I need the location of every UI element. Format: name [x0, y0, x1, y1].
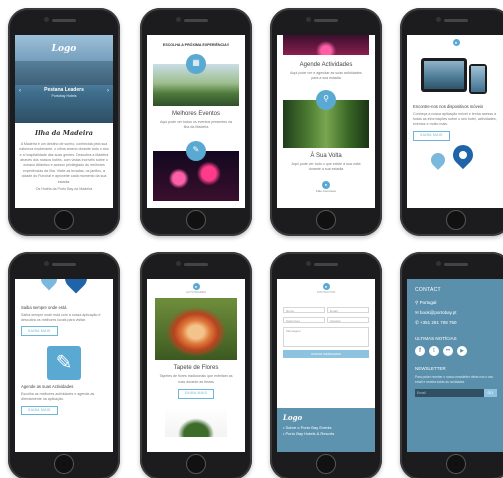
info-icon: ●	[192, 283, 200, 290]
phone-3-screen: Agende Actividades Aqui pode ver e agend…	[277, 35, 375, 208]
activities-text: Aqui pode ver e agendar as suas activida…	[290, 71, 362, 81]
flower-text: Tapetes de flores tradicionais que enfei…	[159, 374, 233, 384]
twitter-icon[interactable]: t	[429, 346, 439, 356]
phone-mockup-2: ESCOLHA A PRÓXIMA EXPERIÊNCIA!! ▦ Melhor…	[140, 8, 252, 236]
learn-more-button[interactable]: SAIBA MAIS	[413, 130, 450, 141]
email-row[interactable]: ✉ book@portobay.pt	[415, 310, 497, 316]
home-button	[186, 210, 206, 230]
newsletter-text: Para poder receber o nosso newsletter de…	[415, 375, 494, 384]
phone-mockup-6: ● ACTIVIDADES Tapete de Flores Tapetes d…	[140, 252, 252, 478]
mobile-text: Conheça a nossa aplicação móvel e tenha …	[413, 111, 497, 127]
newsletter-email-input[interactable]: Email	[415, 388, 484, 398]
location-pin-icon: ⚲	[316, 89, 336, 110]
footer-logo: Logo	[283, 413, 303, 422]
phone-mockup-7: ● CONTACTOS · · · · Nome Email Telemóvel…	[270, 252, 382, 478]
envelope-icon: ✉	[415, 309, 419, 315]
phone-4-screen: ● Encontre-nos nos dispositivos móveis C…	[407, 35, 503, 208]
contact-label[interactable]: Fale Connosco	[277, 189, 375, 194]
name-field[interactable]: Nome	[283, 306, 325, 313]
learn-more-button[interactable]: SAIBA MAIS	[177, 388, 215, 399]
location-title: Saiba sempre onde está	[21, 305, 67, 310]
phone-mockup-3: Agende Actividades Aqui pode ver e agend…	[270, 8, 382, 236]
contact-heading: CONTACT	[415, 287, 441, 293]
facebook-icon[interactable]: f	[415, 346, 425, 356]
hero-title: Pestana Leaders	[44, 87, 84, 93]
location-text: Saiba sempre onde está com a nossa aplic…	[21, 312, 101, 323]
logo: Logo	[51, 44, 77, 54]
phone-8-screen: CONTACT ⚲ Portugal ✉ book@portobay.pt ✆ …	[407, 279, 503, 452]
home-button	[316, 210, 336, 230]
info-icon: ●	[322, 283, 330, 290]
devices-image	[407, 52, 503, 100]
home-button	[446, 210, 466, 230]
section-title: Ilha da Madeira	[35, 129, 93, 137]
phone-6-screen: ● ACTIVIDADES Tapete de Flores Tapetes d…	[147, 279, 245, 452]
newsletter-heading: NEWSLETTER	[415, 366, 446, 371]
site-footer: Logo • Sobre o Porto Bay Events • Porto …	[277, 408, 375, 452]
events-title: Melhores Eventos	[171, 110, 221, 117]
social-icons: f t •• ▶	[415, 346, 497, 356]
contact-intro-placeholder: · · · ·	[322, 296, 330, 301]
flower-title: Tapete de Flores	[173, 365, 219, 372]
footer-link-2[interactable]: • Porto Bay Hotels & Resorts	[283, 431, 369, 436]
flickr-icon[interactable]: ••	[443, 346, 453, 356]
phone-5-screen: Saiba sempre onde está Saiba sempre onde…	[15, 279, 113, 452]
message-field[interactable]: Mensagem	[283, 326, 369, 347]
experience-header: ESCOLHA A PRÓXIMA EXPERIÊNCIA!!	[162, 43, 230, 47]
activities-title: Agende Actividades	[299, 62, 353, 68]
newsletter-form: Email GO	[415, 388, 497, 398]
learn-more-button-1[interactable]: SAIBA MAIS	[21, 326, 58, 337]
phone-mockup-1: Logo Pestana Leaders Portobay Hotels ‹ ›…	[8, 8, 120, 236]
location-row: ⚲ Portugal	[415, 299, 437, 305]
map-pins-graphic	[407, 140, 503, 185]
youtube-icon[interactable]: ▶	[457, 346, 467, 356]
chat-icon[interactable]: ●	[322, 180, 330, 189]
learn-more-button-2[interactable]: SAIBA MAIS	[21, 405, 58, 416]
home-button	[54, 210, 74, 230]
hero-banner: Logo Pestana Leaders Portobay Hotels ‹ ›	[15, 35, 113, 123]
schedule-text: Escolha as melhores actividades e agende…	[21, 391, 95, 402]
pencil-graphic: ✎	[47, 346, 81, 381]
submit-button[interactable]: ENVIAR MENSAGEM	[283, 349, 369, 358]
phone-field[interactable]: Telemóvel	[283, 316, 325, 323]
plant-photo	[165, 406, 227, 437]
phone-row[interactable]: ✆ +351 291 708 750	[415, 320, 497, 326]
flower-photo	[155, 298, 237, 361]
activities-header: ACTIVIDADES	[185, 290, 206, 294]
pins-graphic	[15, 279, 113, 301]
carousel-next-icon[interactable]: ›	[107, 87, 109, 95]
home-button	[186, 454, 206, 474]
around-title: À Sua Volta	[310, 152, 342, 159]
calendar-icon: ▦	[186, 53, 206, 74]
intro-text: A Madeira é um destino de sonho, conheci…	[19, 141, 109, 184]
newsletter-go-button[interactable]: GO	[483, 388, 497, 398]
phone-icon: ✆	[415, 319, 419, 325]
mobile-title: Encontre-nos nos dispositivos móveis	[413, 104, 484, 109]
map-pin-icon: ⚲	[415, 299, 419, 305]
events-text: Aqui pode ver todos os eventos presentes…	[159, 119, 233, 130]
phone-7-screen: ● CONTACTOS · · · · Nome Email Telemóvel…	[277, 279, 375, 452]
home-button	[54, 454, 74, 474]
subject-field[interactable]: Assunto	[327, 316, 369, 323]
intro-footer-text: Os Hotéis da Porto Bay na Madeira	[35, 186, 93, 191]
info-icon: ●	[452, 39, 460, 46]
news-heading: ULTIMAS NOTÍCIAS	[415, 335, 457, 341]
around-text: Aqui pode ver tudo o que existe à sua vo…	[291, 161, 361, 172]
email-field[interactable]: Email	[327, 306, 369, 313]
phone-mockup-5: Saiba sempre onde está Saiba sempre onde…	[8, 252, 120, 478]
phone-mockup-4: ● Encontre-nos nos dispositivos móveis C…	[400, 8, 503, 236]
fireworks-top-photo	[283, 35, 369, 55]
schedule-title: Agende as suas Actividades	[21, 384, 74, 390]
home-button	[446, 454, 466, 474]
carousel-prev-icon[interactable]: ‹	[19, 87, 21, 95]
home-button	[316, 454, 336, 474]
phone-1-screen: Logo Pestana Leaders Portobay Hotels ‹ ›…	[15, 35, 113, 208]
phone-2-screen: ESCOLHA A PRÓXIMA EXPERIÊNCIA!! ▦ Melhor…	[147, 35, 245, 208]
phone-mockup-8: CONTACT ⚲ Portugal ✉ book@portobay.pt ✆ …	[400, 252, 503, 478]
edit-icon: ✎	[186, 140, 206, 161]
showcase-stage: Logo Pestana Leaders Portobay Hotels ‹ ›…	[0, 0, 503, 478]
hero-subtitle: Portobay Hotels	[51, 94, 77, 98]
